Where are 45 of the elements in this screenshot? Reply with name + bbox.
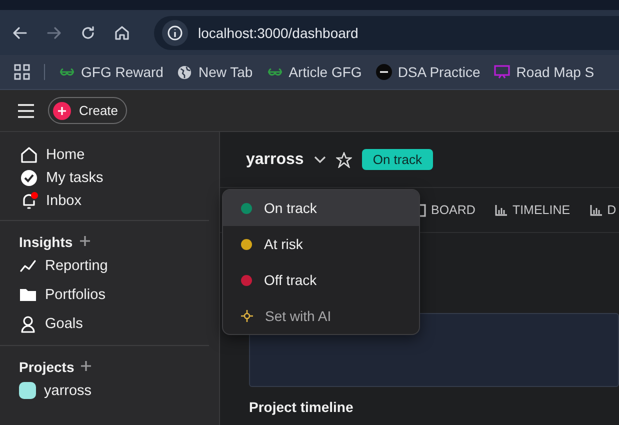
home-icon: [20, 146, 38, 164]
address-bar[interactable]: localhost:3000/dashboard: [154, 16, 619, 50]
view-tab[interactable]: D: [590, 203, 616, 217]
person-icon: [19, 315, 37, 333]
menu-item[interactable]: Set with AI: [223, 298, 419, 334]
presentation-icon: [494, 64, 510, 80]
menu-item[interactable]: On track: [223, 190, 419, 226]
chevron-down-icon[interactable]: [314, 156, 326, 164]
sidebar-item[interactable]: Home: [20, 146, 209, 164]
bookmark[interactable]: Road Map S: [494, 64, 594, 80]
apps-grid-icon[interactable]: [14, 64, 30, 80]
globe-icon: [177, 64, 192, 80]
plus-icon: [53, 102, 71, 120]
section-title: Projects: [19, 359, 74, 375]
line-chart-icon: [19, 257, 37, 275]
menu-item[interactable]: Off track: [223, 262, 419, 298]
bell-icon: [20, 192, 38, 210]
bar-chart-icon: [590, 204, 602, 216]
section-title: Project timeline: [249, 399, 354, 415]
menu-item[interactable]: At risk: [223, 226, 419, 262]
round-logo-icon: [376, 64, 392, 80]
menu-icon[interactable]: [18, 104, 34, 118]
sidebar-item[interactable]: Portfolios: [19, 287, 209, 303]
bookmark[interactable]: DSA Practice: [376, 64, 480, 80]
double-loop-icon: [266, 67, 283, 77]
status-badge[interactable]: On track: [362, 149, 433, 170]
bookmark[interactable]: GFG Reward: [59, 64, 164, 80]
view-tab[interactable]: TIMELINE: [495, 203, 570, 217]
sidebar-item[interactable]: Reporting: [19, 257, 209, 275]
folder-icon: [19, 287, 37, 303]
bookmark[interactable]: New Tab: [177, 64, 253, 80]
sidebar-item[interactable]: Goals: [19, 315, 209, 333]
project-title: yarross: [246, 150, 304, 168]
info-icon[interactable]: [162, 20, 188, 46]
bar-chart-icon: [495, 204, 508, 216]
section-title: Insights: [19, 234, 73, 250]
check-circle-icon: [20, 169, 38, 187]
url-text: localhost:3000/dashboard: [198, 24, 358, 40]
double-loop-icon: [59, 67, 75, 77]
create-button[interactable]: Create: [48, 97, 128, 124]
sidebar-item[interactable]: yarross: [19, 382, 209, 399]
bookmark[interactable]: Article GFG: [266, 64, 362, 80]
star-icon[interactable]: [336, 152, 352, 168]
sidebar-item[interactable]: Inbox: [20, 192, 209, 210]
sidebar-item[interactable]: My tasks: [20, 169, 209, 187]
